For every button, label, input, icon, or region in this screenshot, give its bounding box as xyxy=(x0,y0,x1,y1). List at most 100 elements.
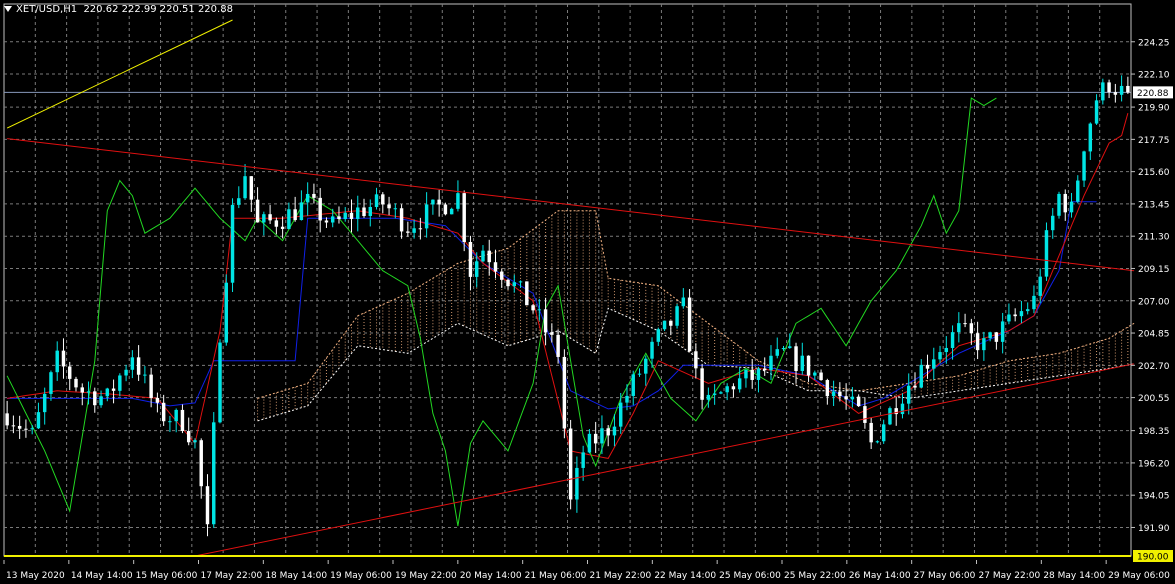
candle-bear xyxy=(925,364,930,369)
candle-bear xyxy=(318,197,322,221)
y-tick-label: 196.20 xyxy=(1138,459,1170,469)
candle-bear xyxy=(1113,92,1118,95)
candle-bear xyxy=(80,387,84,393)
candle-bear xyxy=(381,194,385,205)
candle-bull xyxy=(456,193,460,209)
candle-bull xyxy=(1000,321,1005,342)
candle-bear xyxy=(5,413,9,426)
candle-bull xyxy=(712,393,717,395)
dropdown-triangle-icon[interactable] xyxy=(4,6,12,12)
candle-bull xyxy=(988,332,992,339)
x-tick-label: 14 May 14:00 xyxy=(71,571,133,581)
candle-bear xyxy=(606,428,610,436)
candle-bear xyxy=(825,380,830,397)
price-axis: 224.25 222.10 219.90 217.75 215.60 213.45 211.… xyxy=(1130,4,1173,563)
candle-bear xyxy=(337,216,341,220)
chart-window[interactable]: 224.25 222.10 219.90 217.75 215.60 213.45 211.… xyxy=(0,0,1175,584)
candle-bull xyxy=(193,440,197,443)
candle-bull xyxy=(1069,201,1074,213)
candle-bear xyxy=(324,220,329,223)
candle-bull xyxy=(168,421,172,423)
candle-bull xyxy=(343,212,347,220)
y-tick-label: 219.90 xyxy=(1138,104,1170,114)
candle-bull xyxy=(130,357,135,370)
y-tick-label: 207.00 xyxy=(1138,297,1170,307)
y-tick-label: 194.05 xyxy=(1138,492,1170,502)
x-tick-label: 13 May 2020 xyxy=(6,571,65,581)
candle-bull xyxy=(368,206,372,217)
candle-bull xyxy=(775,349,779,356)
candle-bear xyxy=(17,425,22,429)
candle-bear xyxy=(149,374,153,398)
x-tick-label: 18 May 14:00 xyxy=(265,571,327,581)
candle-bull xyxy=(374,194,379,207)
candle-bull xyxy=(330,216,335,223)
candle-bull xyxy=(581,452,585,468)
candle-bull xyxy=(662,320,667,330)
candle-bull xyxy=(174,409,178,422)
candle-bear xyxy=(468,241,473,277)
y-tick-label: 211.30 xyxy=(1138,233,1170,243)
candle-bear xyxy=(543,309,548,333)
candle-bull xyxy=(781,348,786,350)
candle-bear xyxy=(531,305,535,311)
candle-bull xyxy=(875,441,880,443)
price-chart[interactable]: 224.25 222.10 219.90 217.75 215.60 213.45 211.… xyxy=(0,0,1175,584)
candle-bull xyxy=(124,369,128,376)
candle-bear xyxy=(506,279,510,287)
candle-bull xyxy=(356,207,360,219)
candle-bear xyxy=(838,391,842,397)
grid xyxy=(3,3,1132,557)
candle-bull xyxy=(243,176,247,199)
candle-bear xyxy=(819,372,823,381)
candle-bear xyxy=(731,386,736,390)
x-tick-label: 17 May 22:00 xyxy=(201,571,263,581)
candle-bull xyxy=(412,228,416,233)
candle-bull xyxy=(881,424,886,442)
x-tick-label: 28 May 14:00 xyxy=(1043,571,1105,581)
candle-bear xyxy=(568,428,573,500)
candle-bear xyxy=(443,204,448,215)
candle-bear xyxy=(186,431,191,443)
candle-bull xyxy=(49,372,53,394)
candle-bull xyxy=(143,374,147,376)
candle-bull xyxy=(788,346,792,349)
candle-bear xyxy=(406,231,410,233)
candle-bear xyxy=(856,396,861,407)
chart-header: XET/USD,H1 220.62 222.99 220.51 220.88 xyxy=(4,4,233,15)
x-tick-label: 29 May 06:00 xyxy=(1108,571,1170,581)
y-tick-label: 217.75 xyxy=(1138,136,1170,146)
candle-bear xyxy=(844,396,848,400)
candle-bull xyxy=(218,342,222,423)
time-axis: 13 May 2020 14 May 14:00 15 May 06:00 17 Ma… xyxy=(3,560,1170,581)
candle-bull xyxy=(900,403,905,415)
candle-bull xyxy=(105,388,110,397)
current-price-label: 220.88 xyxy=(1137,89,1169,99)
candle-bear xyxy=(562,356,567,429)
candle-bull xyxy=(1051,215,1055,231)
candle-bull xyxy=(299,202,304,221)
candle-bull xyxy=(212,422,216,525)
candle-bull xyxy=(512,282,517,287)
candle-bull xyxy=(612,426,617,436)
symbol-label: XET/USD,H1 xyxy=(16,4,78,15)
candle-bear xyxy=(963,323,967,325)
candle-bull xyxy=(474,261,479,277)
candle-bear xyxy=(387,204,391,209)
candle-bull xyxy=(618,402,623,427)
candle-bull xyxy=(1044,230,1049,277)
candle-bull xyxy=(675,306,679,326)
candle-bull xyxy=(431,199,435,205)
x-tick-label: 27 May 06:00 xyxy=(914,571,976,581)
candle-bull xyxy=(449,208,454,215)
candle-bear xyxy=(694,351,698,369)
candle-bull xyxy=(587,433,592,453)
candle-bear xyxy=(763,368,767,371)
candle-bull xyxy=(262,214,266,223)
candle-bear xyxy=(1126,85,1130,93)
candle-bull xyxy=(725,386,729,393)
y-tick-label: 204.85 xyxy=(1138,330,1170,340)
y-tick-label: 198.35 xyxy=(1138,427,1170,437)
candle-bull xyxy=(957,323,961,333)
candle-bull xyxy=(1119,85,1124,95)
